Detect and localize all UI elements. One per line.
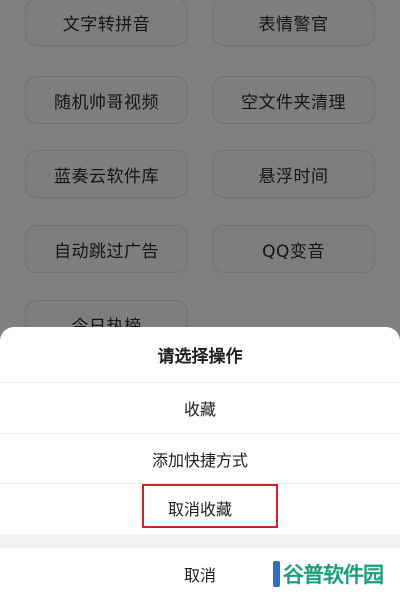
add-shortcut-option[interactable]: 添加快捷方式	[0, 434, 400, 484]
watermark-mark-icon	[273, 561, 280, 587]
cancel-separator	[0, 534, 400, 548]
favorite-option[interactable]: 收藏	[0, 383, 400, 433]
action-sheet-title: 请选择操作	[157, 347, 243, 367]
watermark-logo: 谷普软件园	[273, 556, 395, 592]
highlight-box	[142, 484, 278, 528]
watermark-text: 谷普软件园	[283, 563, 384, 587]
